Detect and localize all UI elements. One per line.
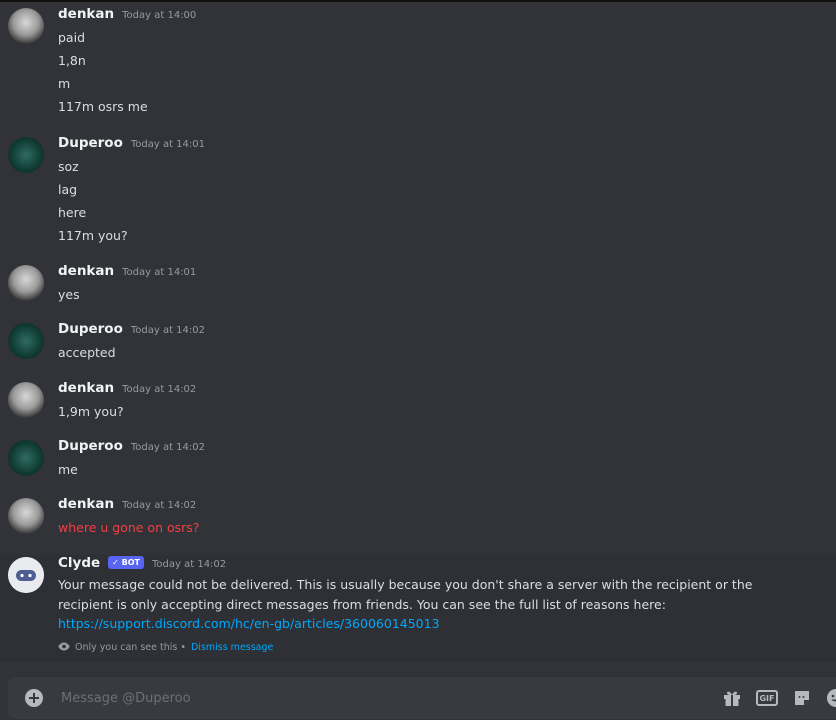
timestamp: Today at 14:02	[130, 442, 205, 453]
message-text: paid	[58, 30, 86, 45]
clyde-message-text: Your message could not be delivered. Thi…	[58, 575, 798, 634]
plus-icon[interactable]	[25, 689, 43, 707]
message-text: yes	[58, 287, 80, 302]
timestamp: Today at 14:02	[152, 559, 227, 570]
username[interactable]: Duperoo	[58, 438, 123, 454]
message-group: Duperoo Today at 14:02 me	[0, 438, 205, 481]
username[interactable]: Duperoo	[58, 321, 123, 337]
gift-icon[interactable]	[722, 688, 742, 708]
avatar[interactable]	[8, 323, 44, 359]
message-group: denkan Today at 14:02 1,9m you?	[0, 380, 196, 423]
message-text: here	[58, 205, 87, 220]
username[interactable]: denkan	[58, 380, 114, 396]
avatar[interactable]	[8, 8, 44, 44]
message-composer: GIF	[8, 677, 836, 719]
message-text: soz	[58, 159, 79, 174]
avatar[interactable]	[8, 382, 44, 418]
avatar[interactable]	[8, 440, 44, 476]
eye-icon	[58, 642, 70, 654]
username[interactable]: denkan	[58, 6, 114, 22]
message-group: denkan Today at 14:02 where u gone on os…	[0, 496, 199, 539]
clyde-message: Clyde ✓ BOT Today at 14:02 Your message …	[0, 555, 836, 662]
ephemeral-note-text: Only you can see this •	[75, 642, 186, 653]
username[interactable]: Clyde	[58, 555, 100, 571]
message-group: Duperoo Today at 14:02 accepted	[0, 321, 205, 364]
timestamp: Today at 14:02	[130, 325, 205, 336]
bot-badge: ✓ BOT	[108, 556, 144, 569]
avatar[interactable]	[8, 137, 44, 173]
avatar[interactable]	[8, 498, 44, 534]
failed-message-text: where u gone on osrs?	[58, 520, 200, 535]
message-text: 1,9m you?	[58, 404, 124, 419]
message-text: lag	[58, 182, 78, 197]
timestamp: Today at 14:02	[122, 500, 197, 511]
timestamp: Today at 14:01	[130, 139, 205, 150]
message-text: 1,8n	[58, 53, 86, 68]
message-input[interactable]	[59, 689, 722, 707]
sticker-icon[interactable]	[792, 688, 812, 708]
message-text: m	[58, 76, 71, 91]
dismiss-message-link[interactable]: Dismiss message	[191, 642, 273, 653]
username[interactable]: denkan	[58, 263, 114, 279]
timestamp: Today at 14:02	[122, 384, 197, 395]
username[interactable]: denkan	[58, 496, 114, 512]
emoji-icon[interactable]	[826, 688, 836, 708]
timestamp: Today at 14:01	[122, 267, 197, 278]
message-list[interactable]: denkan Today at 14:00 paid 1,8n m 117m o…	[0, 2, 836, 672]
gif-icon[interactable]: GIF	[756, 690, 778, 706]
avatar[interactable]	[8, 557, 44, 593]
timestamp: Today at 14:00	[122, 10, 197, 21]
avatar[interactable]	[8, 265, 44, 301]
message-text: 117m osrs me	[58, 99, 148, 114]
message-text: accepted	[58, 345, 116, 360]
ephemeral-note: Only you can see this • Dismiss message	[58, 642, 836, 654]
clyde-body: Your message could not be delivered. Thi…	[58, 577, 753, 612]
message-group: Duperoo Today at 14:01 soz lag here 117m…	[0, 135, 205, 247]
message-text: me	[58, 462, 78, 477]
support-link[interactable]: https://support.discord.com/hc/en-gb/art…	[58, 616, 440, 631]
composer-actions: GIF	[722, 688, 836, 708]
message-group: denkan Today at 14:01 yes	[0, 263, 196, 306]
username[interactable]: Duperoo	[58, 135, 123, 151]
message-text: 117m you?	[58, 228, 128, 243]
message-group: denkan Today at 14:00 paid 1,8n m 117m o…	[0, 6, 196, 118]
